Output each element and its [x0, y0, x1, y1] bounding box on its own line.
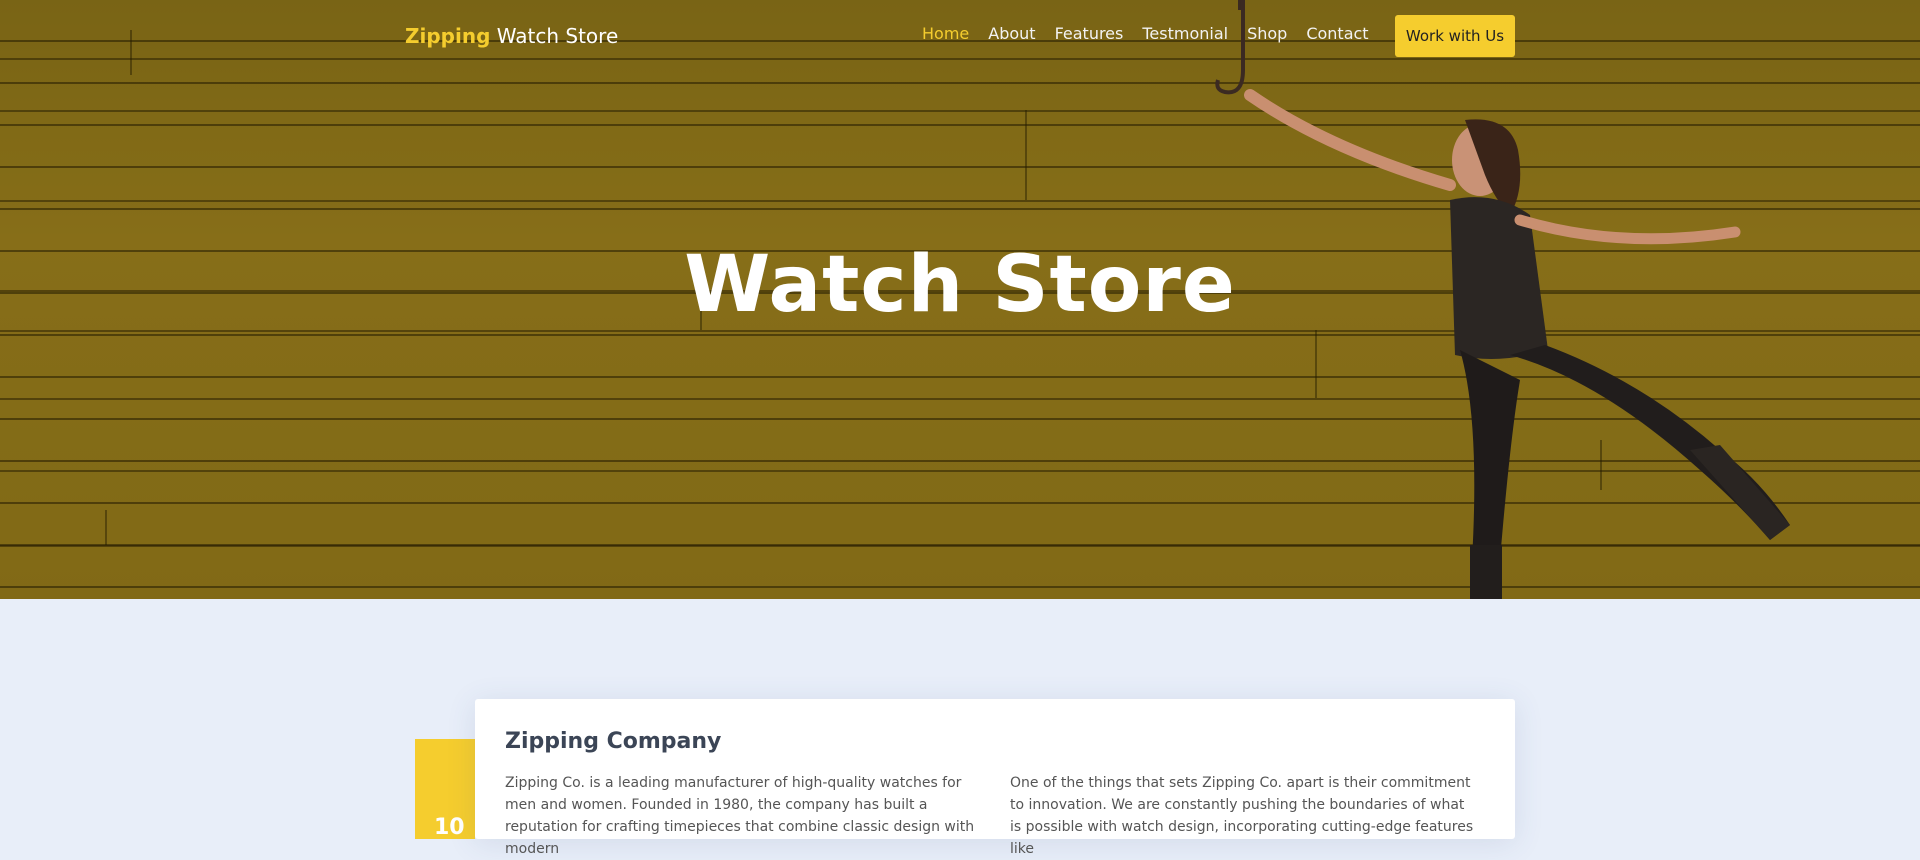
work-with-us-button[interactable]: Work with Us	[1395, 15, 1515, 57]
nav-menu: Home About Features Testmonial Shop Cont…	[922, 24, 1388, 43]
brand-rest: Watch Store	[490, 24, 619, 48]
about-card: Zipping Company Zipping Co. is a leading…	[475, 699, 1515, 857]
nav-shop[interactable]: Shop	[1247, 24, 1287, 43]
about-text-column-2: One of the things that sets Zipping Co. …	[1010, 775, 1474, 857]
about-card-title: Zipping Company	[505, 729, 722, 754]
brand-logo[interactable]: Zipping Watch Store	[405, 24, 618, 48]
brand-accent: Zipping	[405, 24, 491, 48]
hero-title: Watch Store	[684, 240, 1236, 330]
nav-about[interactable]: About	[988, 24, 1035, 43]
nav-testimonial[interactable]: Testmonial	[1142, 24, 1228, 43]
about-text-column-1: Zipping Co. is a leading manufacturer of…	[505, 775, 975, 857]
card-accent-number: 10	[434, 815, 465, 840]
top-navbar: Zipping Watch Store Home About Features …	[0, 0, 1920, 72]
nav-home[interactable]: Home	[922, 24, 969, 43]
nav-contact[interactable]: Contact	[1306, 24, 1368, 43]
nav-features[interactable]: Features	[1055, 24, 1124, 43]
